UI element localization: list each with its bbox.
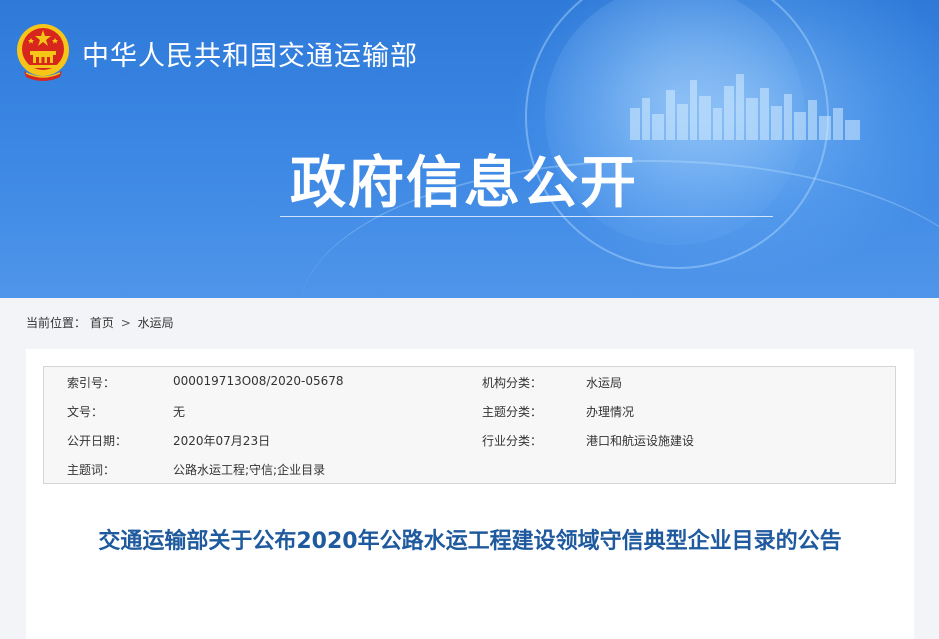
meta-industry-value: 港口和航运设施建设 [586,434,695,448]
meta-topic-value: 办理情况 [586,405,635,419]
meta-index-label: 索引号： [67,376,116,390]
meta-industry-label: 行业分类： [482,434,543,448]
hero-underline [280,216,773,217]
document-meta-table: 索引号： 000019713O08/2020-05678 机构分类： 水运局 文… [43,366,896,484]
breadcrumb-current-link[interactable]: 水运局 [138,316,174,330]
site-title[interactable]: 中华人民共和国交通运输部 [82,34,418,73]
breadcrumb-separator: > [120,316,131,330]
hero-title: 政府信息公开 [290,151,638,216]
meta-org-label: 机构分类： [482,376,543,390]
meta-org-value: 水运局 [586,376,623,390]
city-skyline-icon [630,74,860,140]
breadcrumb-label: 当前位置： [26,316,87,330]
meta-index-value: 000019713O08/2020-05678 [173,374,344,388]
meta-date-value: 2020年07月23日 [173,434,271,448]
article-title: 交通运输部关于公布2020年公路水运工程建设领域守信典型企业目录的公告 [98,529,842,554]
meta-docno-label: 文号： [67,405,104,419]
meta-date-label: 公开日期： [67,434,128,448]
national-emblem-icon [17,24,69,81]
header-banner: 中华人民共和国交通运输部 政府信息公开 [0,0,939,298]
meta-keywords-value: 公路水运工程;守信;企业目录 [173,463,326,477]
meta-keywords-label: 主题词： [67,463,116,477]
breadcrumb: 当前位置： 首页 > 水运局 [26,314,174,331]
breadcrumb-home-link[interactable]: 首页 [90,316,114,330]
meta-docno-value: 无 [173,405,186,419]
meta-topic-label: 主题分类： [482,405,543,419]
